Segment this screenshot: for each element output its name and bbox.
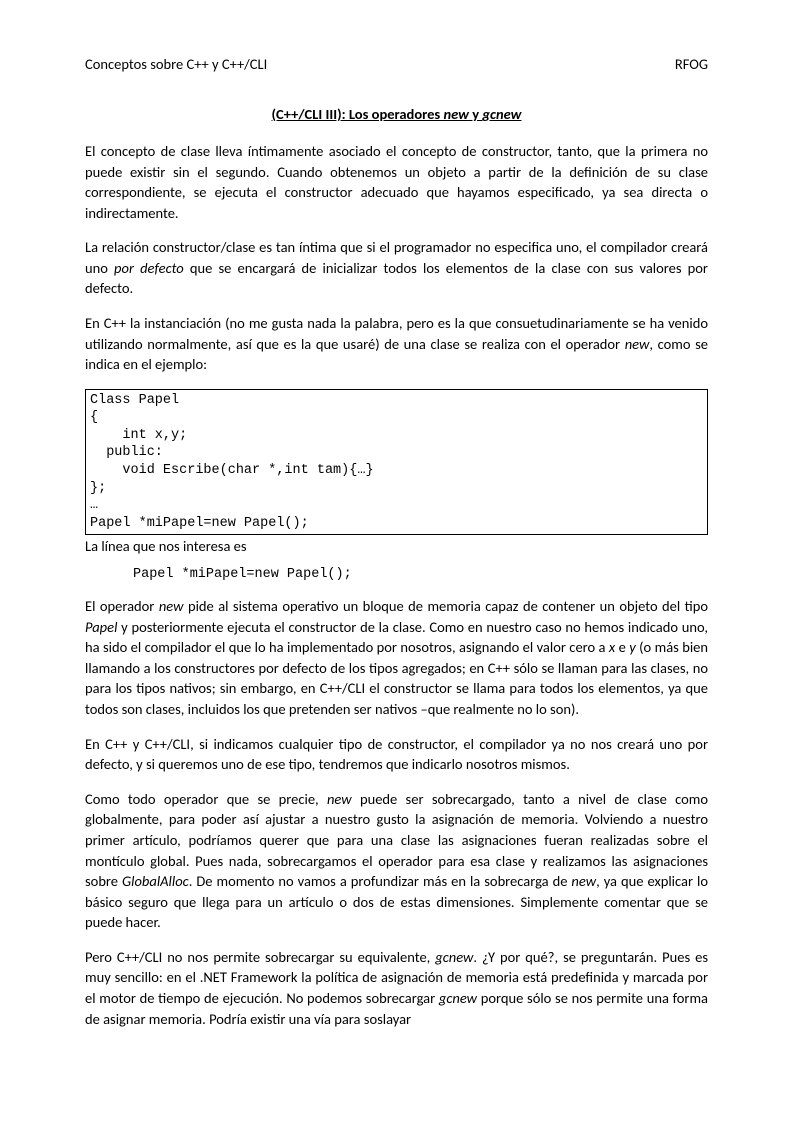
text: Como todo operador que se precie,	[85, 790, 327, 808]
title-mid: y	[469, 105, 482, 123]
text: El operador	[85, 597, 159, 615]
em-gcnew: gcnew	[435, 948, 473, 966]
paragraph-2: La relación constructor/clase es tan ínt…	[85, 237, 708, 299]
paragraph-4: El operador new pide al sistema operativ…	[85, 596, 708, 719]
text: pide al sistema operativo un bloque de m…	[184, 597, 709, 615]
text: Pero C++/CLI no nos permite sobrecargar …	[85, 948, 435, 966]
inline-code-line: Papel *miPapel=new Papel();	[85, 567, 708, 582]
page: Conceptos sobre C++ y C++/CLI RFOG (C++/…	[0, 0, 793, 1122]
paragraph-5: En C++ y C++/CLI, si indicamos cualquier…	[85, 734, 708, 775]
page-header: Conceptos sobre C++ y C++/CLI RFOG	[85, 55, 708, 73]
paragraph-1: El concepto de clase lleva íntimamente a…	[85, 141, 708, 223]
paragraph-after-code: La línea que nos interesa es	[85, 537, 708, 555]
em-por-defecto: por defecto	[114, 259, 184, 277]
paragraph-7: Pero C++/CLI no nos permite sobrecargar …	[85, 947, 708, 1029]
text: En C++ la instanciación (no me gusta nad…	[85, 314, 708, 353]
header-right: RFOG	[675, 55, 708, 73]
code-block: Class Papel { int x,y; public: void Escr…	[85, 389, 708, 535]
em-new: new	[159, 597, 184, 615]
em-papel: Papel	[85, 618, 117, 636]
em-globalalloc: GlobalAlloc	[122, 872, 189, 890]
header-left: Conceptos sobre C++ y C++/CLI	[85, 55, 267, 73]
em-new: new	[625, 335, 650, 353]
text: . De momento no vamos a profundizar más …	[189, 872, 572, 890]
title-prefix: (C++/CLI III): Los operadores	[272, 105, 444, 123]
title-keyword-new: new	[443, 105, 468, 123]
paragraph-3: En C++ la instanciación (no me gusta nad…	[85, 313, 708, 375]
em-gcnew: gcnew	[439, 989, 477, 1007]
text: e	[615, 638, 629, 656]
paragraph-6: Como todo operador que se precie, new pu…	[85, 789, 708, 933]
em-new: new	[571, 872, 596, 890]
title-keyword-gcnew: gcnew	[482, 105, 521, 123]
document-title: (C++/CLI III): Los operadores new y gcne…	[85, 105, 708, 123]
em-new: new	[327, 790, 352, 808]
